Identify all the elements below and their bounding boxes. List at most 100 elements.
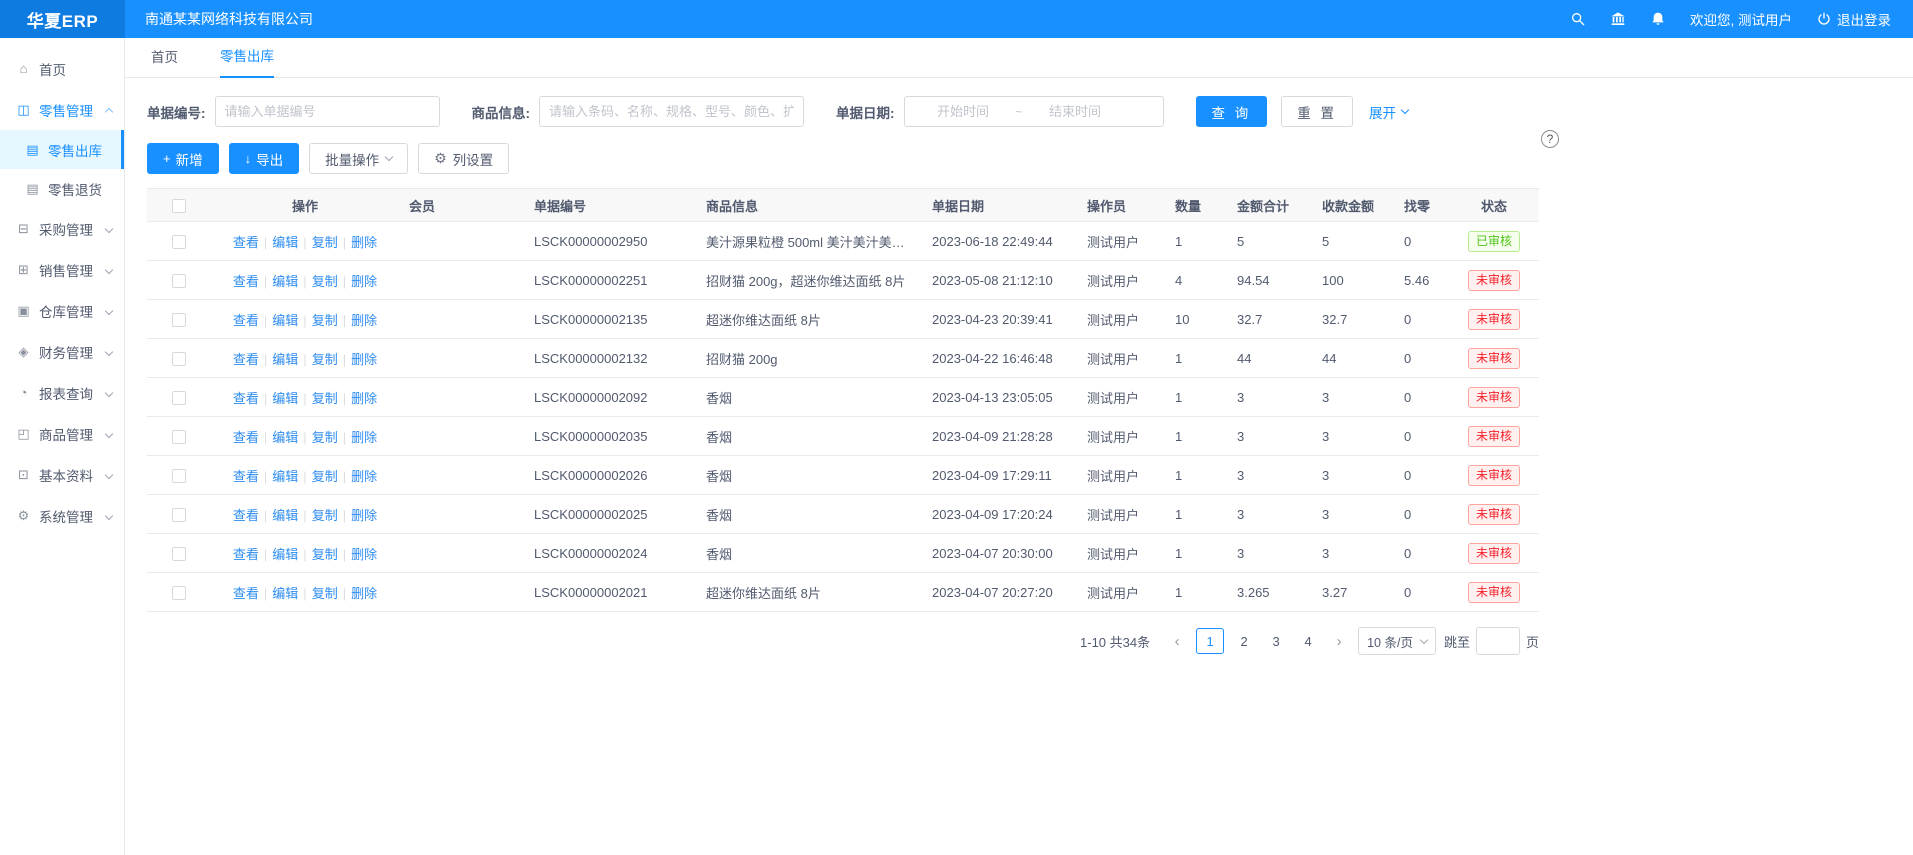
sidebar-menu-item[interactable]: ⊡ 基本资料 [0,454,124,495]
delete-link[interactable]: 删除 [351,313,377,328]
edit-link[interactable]: 编辑 [272,586,298,601]
sidebar-item-home[interactable]: ⌂ 首页 [0,48,124,89]
divider: | [343,547,346,562]
copy-link[interactable]: 复制 [312,352,338,367]
change-cell: 0 [1394,378,1449,417]
delete-link[interactable]: 删除 [351,547,377,562]
delete-link[interactable]: 删除 [351,586,377,601]
sidebar-menu-item[interactable]: ⊟ 采购管理 [0,208,124,249]
bell-icon[interactable] [1650,11,1666,27]
sidebar-menu-item[interactable]: ◈ 财务管理 [0,331,124,372]
edit-link[interactable]: 编辑 [272,508,298,523]
sidebar-subitem[interactable]: ▤ 零售退货 [0,169,124,208]
sidebar-menu-item[interactable]: ▣ 仓库管理 [0,290,124,331]
batch-actions-button[interactable]: 批量操作 [309,143,408,174]
logout-button[interactable]: 退出登录 [1816,9,1891,29]
jump-page-input[interactable] [1476,627,1520,655]
welcome-user[interactable]: 欢迎您, 测试用户 [1690,9,1792,29]
page-size-select[interactable]: 10 条/页 [1358,627,1436,655]
qty-cell: 1 [1165,495,1227,534]
row-checkbox[interactable] [172,586,186,600]
copy-link[interactable]: 复制 [312,547,338,562]
expand-link[interactable]: 展开 [1369,102,1408,122]
delete-link[interactable]: 删除 [351,430,377,445]
edit-link[interactable]: 编辑 [272,391,298,406]
row-checkbox[interactable] [172,391,186,405]
view-link[interactable]: 查看 [233,430,259,445]
copy-link[interactable]: 复制 [312,391,338,406]
copy-link[interactable]: 复制 [312,274,338,289]
view-link[interactable]: 查看 [233,274,259,289]
export-button[interactable]: ↓ 导出 [229,143,300,174]
row-checkbox[interactable] [172,469,186,483]
sidebar-menu-item[interactable]: ◔ 报表查询 [0,372,124,413]
tab-home[interactable]: 首页 [151,46,178,77]
sidebar-menu-item[interactable]: ⊞ 销售管理 [0,249,124,290]
edit-link[interactable]: 编辑 [272,313,298,328]
delete-link[interactable]: 删除 [351,508,377,523]
select-all-checkbox[interactable] [172,199,186,213]
page-number[interactable]: 4 [1296,628,1320,654]
qty-cell: 1 [1165,378,1227,417]
edit-link[interactable]: 编辑 [272,235,298,250]
view-link[interactable]: 查看 [233,547,259,562]
help-icon[interactable]: ? [1541,130,1559,148]
copy-link[interactable]: 复制 [312,235,338,250]
sidebar-menu-label: 仓库管理 [39,301,93,321]
edit-link[interactable]: 编辑 [272,469,298,484]
edit-link[interactable]: 编辑 [272,430,298,445]
date-end-input[interactable] [1023,104,1128,119]
tab-retail-outbound[interactable]: 零售出库 [220,45,274,78]
next-page-button[interactable] [1328,628,1350,654]
bank-icon[interactable] [1610,11,1626,27]
view-link[interactable]: 查看 [233,313,259,328]
page-number[interactable]: 3 [1264,628,1288,654]
view-link[interactable]: 查看 [233,469,259,484]
delete-link[interactable]: 删除 [351,469,377,484]
product-info-input[interactable] [539,96,804,127]
search-icon[interactable] [1570,11,1586,27]
edit-link[interactable]: 编辑 [272,352,298,367]
row-checkbox[interactable] [172,547,186,561]
operator-cell: 测试用户 [1077,573,1165,612]
change-cell: 0 [1394,573,1449,612]
edit-link[interactable]: 编辑 [272,274,298,289]
row-checkbox[interactable] [172,274,186,288]
delete-link[interactable]: 删除 [351,235,377,250]
sidebar-subitem[interactable]: ▤ 零售出库 [0,130,124,169]
chevron-down-icon [105,224,113,232]
page-number[interactable]: 1 [1196,628,1224,654]
date-range-picker[interactable]: ~ [904,96,1164,127]
view-link[interactable]: 查看 [233,391,259,406]
copy-link[interactable]: 复制 [312,586,338,601]
row-checkbox[interactable] [172,430,186,444]
copy-link[interactable]: 复制 [312,430,338,445]
copy-link[interactable]: 复制 [312,313,338,328]
page-number[interactable]: 2 [1232,628,1256,654]
row-checkbox[interactable] [172,313,186,327]
reset-button[interactable]: 重 置 [1281,96,1353,127]
sidebar-item-retail[interactable]: ◫ 零售管理 [0,89,124,130]
row-checkbox[interactable] [172,352,186,366]
delete-link[interactable]: 删除 [351,391,377,406]
sidebar-menu-item[interactable]: ◰ 商品管理 [0,413,124,454]
delete-link[interactable]: 删除 [351,352,377,367]
row-checkbox[interactable] [172,508,186,522]
prev-page-button[interactable] [1166,628,1188,654]
add-button[interactable]: + 新增 [147,143,219,174]
search-button[interactable]: 查 询 [1196,96,1268,127]
row-checkbox[interactable] [172,235,186,249]
view-link[interactable]: 查看 [233,235,259,250]
view-link[interactable]: 查看 [233,352,259,367]
delete-link[interactable]: 删除 [351,274,377,289]
date-start-input[interactable] [911,104,1016,119]
sidebar-menu-item[interactable]: ⚙ 系统管理 [0,495,124,536]
view-link[interactable]: 查看 [233,586,259,601]
edit-link[interactable]: 编辑 [272,547,298,562]
view-link[interactable]: 查看 [233,508,259,523]
column-settings-button[interactable]: ⚙ 列设置 [418,143,509,174]
copy-link[interactable]: 复制 [312,469,338,484]
doc-no-input[interactable] [215,96,440,127]
copy-link[interactable]: 复制 [312,508,338,523]
divider: | [264,313,267,328]
